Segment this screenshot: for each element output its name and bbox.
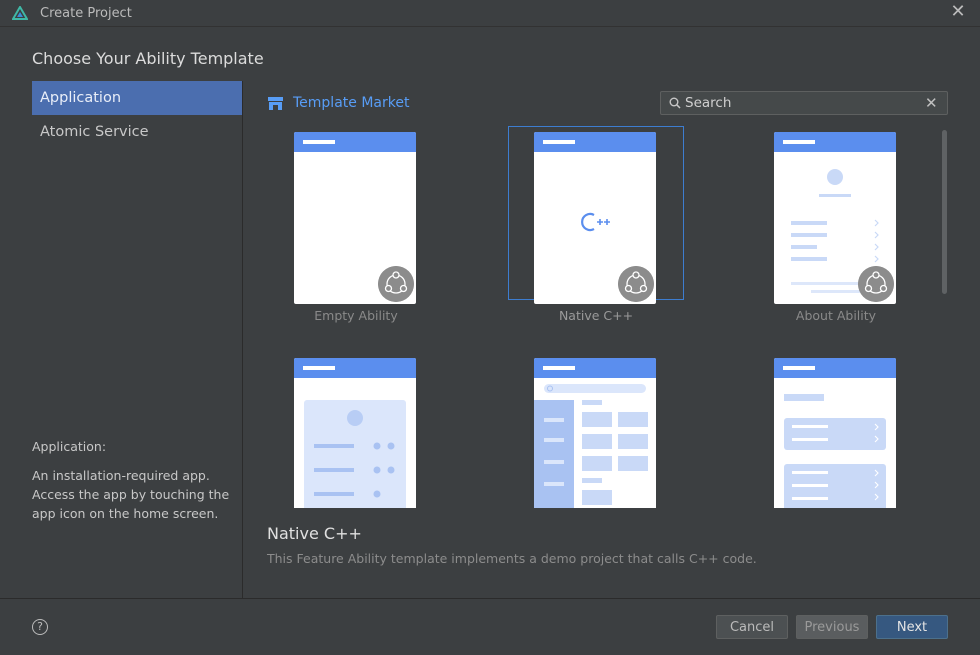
search-icon (669, 97, 681, 109)
previous-button[interactable]: Previous (796, 615, 868, 639)
template-type-icon (378, 266, 414, 302)
thumbnail-header (774, 358, 896, 378)
template-thumbnail (294, 358, 416, 508)
close-icon[interactable]: ✕ (950, 3, 966, 21)
next-button[interactable]: Next (876, 615, 948, 639)
category-sidebar: Application Atomic Service (32, 81, 242, 149)
title-bar: Create Project ✕ (0, 0, 980, 27)
template-thumbnail (294, 132, 416, 304)
create-project-dialog: Create Project ✕ Choose Your Ability Tem… (0, 0, 980, 655)
template-label: Native C++ (558, 308, 634, 323)
search-input[interactable] (685, 93, 915, 113)
template-type-icon (858, 266, 894, 302)
description-title: Application: (32, 439, 107, 454)
thumbnail-header (774, 132, 896, 152)
sidebar-item-application[interactable]: Application (32, 81, 242, 115)
selected-template-name: Native C++ (267, 524, 362, 543)
search-box[interactable]: ✕ (660, 91, 948, 115)
cpp-icon (581, 212, 610, 232)
template-type-icon (618, 266, 654, 302)
sidebar-item-atomic-service[interactable]: Atomic Service (32, 115, 242, 149)
description-text: An installation-required app. Access the… (32, 468, 230, 521)
page-title: Choose Your Ability Template (32, 49, 264, 68)
thumbnail-header (294, 132, 416, 152)
template-thumbnail (534, 358, 656, 508)
clear-search-icon[interactable]: ✕ (925, 95, 939, 111)
profile-page-preview (304, 400, 406, 508)
template-market-link[interactable]: Template Market (268, 93, 409, 113)
category-page-preview (534, 384, 648, 508)
template-label: About Ability (795, 308, 877, 323)
category-description: Application: An installation-required ap… (32, 437, 232, 523)
thumbnail-header (294, 358, 416, 378)
vertical-divider (242, 81, 243, 598)
selected-template-description: This Feature Ability template implements… (267, 551, 757, 566)
help-icon[interactable]: ? (32, 619, 48, 635)
template-label: Empty Ability (314, 308, 398, 323)
thumbnail-header (534, 132, 656, 152)
footer-divider (0, 598, 980, 599)
window-title: Create Project (40, 6, 132, 21)
template-market-label: Template Market (293, 95, 410, 111)
template-thumbnail (534, 132, 656, 304)
template-thumbnail (774, 358, 896, 508)
template-thumbnail (774, 132, 896, 304)
template-grid-scrollbar[interactable] (942, 130, 947, 294)
thumbnail-header (534, 358, 656, 378)
deveco-logo-icon (12, 6, 28, 20)
template-grid: Empty Ability Native C++ About Ability (258, 126, 946, 508)
settings-page-preview (784, 394, 886, 508)
store-icon (268, 96, 283, 110)
cancel-button[interactable]: Cancel (716, 615, 788, 639)
